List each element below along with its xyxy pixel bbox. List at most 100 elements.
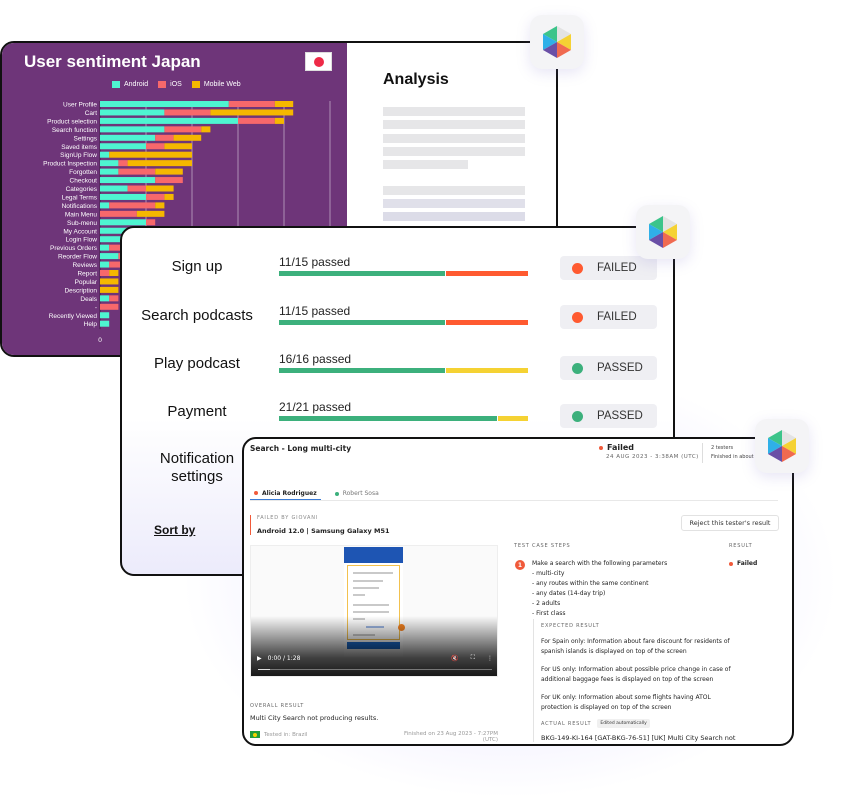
bar-ios [155,177,183,184]
category-label: Product selection [47,118,97,125]
progress-segment [446,271,528,276]
category-label: Notifications [62,203,98,210]
progress-bar [279,271,528,276]
app-logo-badge [636,205,690,259]
bar-android [100,168,119,175]
status-label: Failed [607,443,635,452]
reject-result-button[interactable]: Reject this tester's result [681,515,779,531]
bar-ios [127,185,146,192]
category-label: Login Flow [66,237,98,244]
bar-ios [100,210,137,217]
legend-item: iOS [158,81,182,88]
progress-segment [446,368,528,373]
placeholder-line [383,147,525,156]
category-label: Reviews [72,262,97,269]
sort-by-link[interactable]: Sort by [154,523,195,537]
bar-ios [164,109,211,116]
chart-title: User sentiment Japan [24,52,201,71]
expected-paragraph: For UK only: Information about some flig… [541,694,711,711]
expected-result-label: EXPECTED RESULT [541,623,600,629]
status-badge: FAILED [560,256,657,280]
category-label: Sub-menu [67,220,97,227]
progress-bar [279,368,528,373]
progress-bar [279,416,528,421]
test-case-name: Play podcast [154,355,240,372]
mute-icon[interactable]: 🔇 [451,655,458,662]
tab-alicia-rodriguez[interactable]: Alicia Rodriguez [250,487,321,500]
bar-ios [238,117,275,124]
category-label: Description [64,287,97,294]
placeholder-line [383,186,525,195]
legend-item: Android [112,81,148,88]
test-status: Failed 24 AUG 2023 - 3:38AM (UTC) [599,443,699,460]
progress-segment [279,271,446,276]
video-player[interactable]: ▶ 0:00 / 1:28 🔇 ⛶ ⋮ [250,545,498,677]
tester-tabs: Alicia Rodriguez Robert Sosa [250,487,778,501]
result-header: RESULT [729,543,753,549]
bar-mobile-web [127,160,192,167]
actual-result-header: ACTUAL RESULT Edited automatically [541,719,733,728]
bar-ios [164,126,202,133]
bar-ios [146,219,156,226]
category-label: Cart [85,110,97,117]
category-label: Categories [66,186,98,193]
video-gradient [251,616,497,676]
bar-android [100,177,156,184]
bar-mobile-web [100,278,119,285]
video-progress-fill [258,668,270,670]
status-label: PASSED [597,362,643,374]
passed-count: 21/21 passed [279,400,352,414]
video-progress-bar[interactable] [258,668,492,670]
brazil-flag-icon [250,731,260,738]
progress-segment [498,416,528,421]
failed-dot-icon [729,561,733,566]
bar-mobile-web [146,185,174,192]
category-label: Legal Terms [62,194,98,201]
bar-ios [228,101,275,107]
legend-swatch [158,81,167,88]
status-label: FAILED [597,262,637,274]
status-badge: PASSED [560,356,657,380]
legend-swatch [191,81,200,88]
chart-legend: Android iOS Mobile Web [112,81,241,88]
video-time: 0:00 / 1:28 [267,654,301,662]
bar-ios [100,303,119,310]
bar-mobile-web [100,286,119,293]
step-description: Make a search with the following paramet… [532,559,667,619]
status-dot-icon [572,311,583,323]
bar-android [100,261,110,268]
status-dot-icon [599,445,603,450]
bar-ios [146,143,165,150]
bar-mobile-web [210,109,294,116]
progress-segment [279,320,446,325]
fullscreen-icon[interactable]: ⛶ [471,654,475,662]
passed-count: 11/15 passed [279,255,351,269]
category-label: My Account [63,228,97,235]
failed-by-label: FAILED BY GIOVANI [257,515,319,521]
passed-dot-icon [334,491,339,496]
step-line: - any dates (14-day trip) [532,590,606,597]
expected-paragraph: For Spain only: Information about fare d… [541,638,730,655]
failed-dot-icon [254,491,258,495]
tab-robert-sosa[interactable]: Robert Sosa [331,487,383,500]
bar-android [100,295,110,302]
bar-android [100,117,238,124]
category-label: - [95,304,97,311]
hexagon-logo-icon [543,26,571,58]
step-line: - 2 adults [532,600,561,607]
placeholder-line [383,160,468,169]
more-options-icon[interactable]: ⋮ [487,655,493,662]
category-label: Help [84,321,98,328]
category-label: User Profile [63,102,97,109]
expected-result-block: EXPECTED RESULT For Spain only: Informat… [533,619,735,742]
bar-mobile-web [155,202,165,209]
category-label: Saved items [61,144,98,151]
tab-label: Alicia Rodriguez [262,489,317,497]
status-dot-icon [572,262,583,274]
play-icon[interactable]: ▶ [257,655,262,662]
status-badge: FAILED [560,305,657,329]
test-case-name: Payment [167,403,227,420]
step-line: - First class [532,610,566,617]
bar-android [100,219,146,226]
video-controls: ▶ 0:00 / 1:28 🔇 ⛶ ⋮ [257,654,493,662]
